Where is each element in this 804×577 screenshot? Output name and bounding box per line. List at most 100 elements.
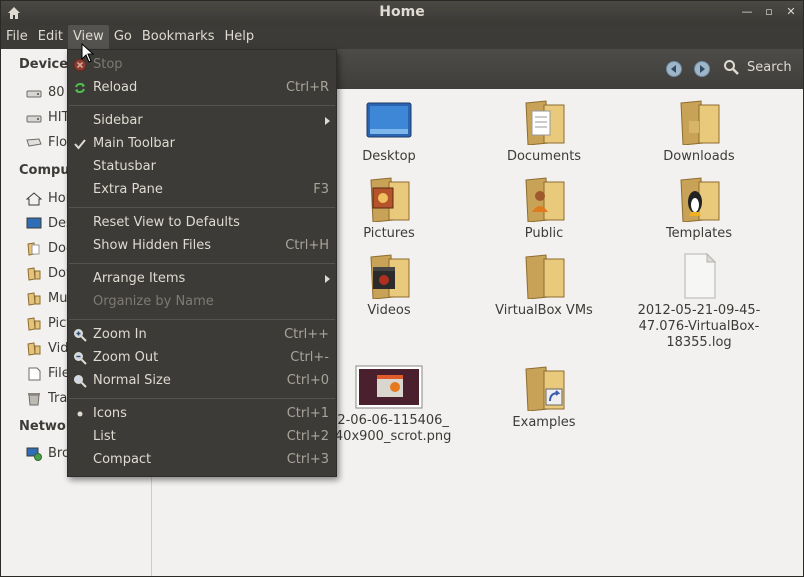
file-item-virtualbox-vms[interactable]: VirtualBox VMs xyxy=(474,253,614,319)
videos-folder-icon xyxy=(370,254,410,299)
examples-link-folder-icon xyxy=(525,366,565,411)
folder-icon xyxy=(27,291,41,306)
menu-item-extra-pane[interactable]: Extra Pane F3 xyxy=(68,179,336,201)
file-item-desktop[interactable]: Desktop xyxy=(319,99,459,165)
menu-item-reload[interactable]: Reload Ctrl+R xyxy=(68,77,336,99)
zoom-out-icon xyxy=(74,352,87,365)
documents-folder-icon xyxy=(525,100,565,145)
file-item-videos[interactable]: Videos xyxy=(319,253,459,319)
folder-icon xyxy=(27,341,41,356)
file-name-line-1: 2012-05-21-09-45- xyxy=(637,303,761,318)
menu-item-label: Compact xyxy=(93,452,152,467)
menu-item-zoom-out[interactable]: Zoom Out Ctrl+- xyxy=(68,347,336,369)
menu-item-stop[interactable]: Stop xyxy=(68,54,336,76)
trash-icon xyxy=(28,392,40,405)
menu-item-shortcut: F3 xyxy=(313,182,329,197)
file-item-pictures[interactable]: Pictures xyxy=(319,176,459,242)
file-name: Pictures xyxy=(363,226,415,241)
menu-item-shortcut: Ctrl+- xyxy=(290,350,329,365)
menu-item-main-toolbar[interactable]: Main Toolbar xyxy=(68,133,336,155)
close-button[interactable]: ✕ xyxy=(785,6,797,18)
file-name: Examples xyxy=(512,415,576,430)
menu-item-label: Normal Size xyxy=(93,373,171,388)
sidebar-item-pictures[interactable]: Pict xyxy=(26,316,71,331)
menu-separator xyxy=(69,207,335,208)
menu-item-icons[interactable]: Icons Ctrl+1 xyxy=(68,403,336,425)
file-item-examples[interactable]: Examples xyxy=(474,365,614,431)
menu-item-show-hidden-files[interactable]: Show Hidden Files Ctrl+H xyxy=(68,235,336,257)
menu-item-arrange-items[interactable]: Arrange Items xyxy=(68,268,336,290)
file-item-virtualbox-log[interactable]: 2012-05-21-09-45- 47.076-VirtualBox- 183… xyxy=(629,253,769,351)
file-name: Videos xyxy=(367,303,411,318)
menu-go[interactable]: Go xyxy=(109,25,137,49)
view-menu: Stop Reload Ctrl+R Sidebar Main Toolbar … xyxy=(67,49,337,477)
sidebar-item-80[interactable]: 80 xyxy=(26,85,65,100)
menu-item-shortcut: Ctrl++ xyxy=(284,327,329,342)
desktop-folder-icon xyxy=(366,102,412,138)
menu-help[interactable]: Help xyxy=(219,25,259,49)
sidebar-item-browse-network[interactable]: Bro xyxy=(26,446,70,461)
menu-item-list[interactable]: List Ctrl+2 xyxy=(68,426,336,448)
file-name: Public xyxy=(524,226,564,241)
public-folder-icon xyxy=(525,177,565,222)
menu-item-shortcut: Ctrl+2 xyxy=(286,429,329,444)
menu-item-sidebar[interactable]: Sidebar xyxy=(68,110,336,132)
sidebar-item-desktop[interactable]: Des xyxy=(26,216,73,231)
menu-item-label: Reload xyxy=(93,80,138,95)
menu-item-label: Reset View to Defaults xyxy=(93,215,240,230)
folder-icon xyxy=(27,316,41,331)
menu-item-label: Main Toolbar xyxy=(93,136,175,151)
menu-item-label: Extra Pane xyxy=(93,182,163,197)
file-item-screenshot-png[interactable]: 12-06-06-115406_ 340x900_scrot.png xyxy=(319,365,459,445)
file-item-public[interactable]: Public xyxy=(474,176,614,242)
file-name-line-1: 12-06-06-115406_ xyxy=(329,413,449,428)
file-item-downloads[interactable]: Downloads xyxy=(629,99,769,165)
maximize-button[interactable]: ▫ xyxy=(763,6,775,18)
network-icon xyxy=(26,447,42,461)
menu-item-shortcut: Ctrl+R xyxy=(285,80,329,95)
folder-icon xyxy=(27,241,40,256)
menu-item-reset-view[interactable]: Reset View to Defaults xyxy=(68,212,336,234)
title-bar: Home — ▫ ✕ xyxy=(1,1,803,25)
menu-bookmarks[interactable]: Bookmarks xyxy=(137,25,220,49)
menu-file[interactable]: File xyxy=(1,25,33,49)
menu-item-label: Show Hidden Files xyxy=(93,238,211,253)
sidebar-item-hit[interactable]: HIT xyxy=(26,110,70,125)
sidebar-item-music[interactable]: Mu xyxy=(26,291,67,306)
file-item-documents[interactable]: Documents xyxy=(474,99,614,165)
menu-separator xyxy=(69,263,335,264)
menu-item-zoom-in[interactable]: Zoom In Ctrl++ xyxy=(68,324,336,346)
window-title: Home xyxy=(379,4,425,20)
checkmark-icon xyxy=(74,139,86,150)
file-name: VirtualBox VMs xyxy=(495,303,593,318)
minimize-button[interactable]: — xyxy=(741,6,753,18)
menu-separator xyxy=(69,398,335,399)
menu-item-label: Sidebar xyxy=(93,113,143,128)
zoom-normal-icon xyxy=(74,375,87,388)
forward-button[interactable] xyxy=(694,61,710,77)
search-label: Search xyxy=(747,59,792,75)
search-icon xyxy=(724,60,739,75)
search-button[interactable]: Search xyxy=(723,59,792,75)
file-name: Desktop xyxy=(362,149,416,164)
sidebar-item-videos[interactable]: Vid xyxy=(26,341,68,356)
menu-separator xyxy=(69,319,335,320)
floppy-icon xyxy=(26,137,42,147)
menu-separator xyxy=(69,105,335,106)
menu-item-statusbar[interactable]: Statusbar xyxy=(68,156,336,178)
back-button[interactable] xyxy=(666,61,682,77)
menu-item-label: Organize by Name xyxy=(93,294,214,309)
menu-item-label: List xyxy=(93,429,116,444)
menu-edit[interactable]: Edit xyxy=(33,25,68,49)
folder-icon xyxy=(27,266,41,281)
menu-item-organize-by-name[interactable]: Organize by Name xyxy=(68,291,336,313)
menu-item-label: Stop xyxy=(93,57,123,72)
file-item-templates[interactable]: Templates xyxy=(629,176,769,242)
menu-item-normal-size[interactable]: Normal Size Ctrl+0 xyxy=(68,370,336,392)
home-icon xyxy=(26,191,42,205)
templates-folder-icon xyxy=(680,177,720,222)
menu-item-compact[interactable]: Compact Ctrl+3 xyxy=(68,449,336,471)
drive-icon xyxy=(26,90,42,97)
sidebar-item-filesystem[interactable]: File xyxy=(26,366,70,381)
radio-selected-icon xyxy=(77,411,83,417)
